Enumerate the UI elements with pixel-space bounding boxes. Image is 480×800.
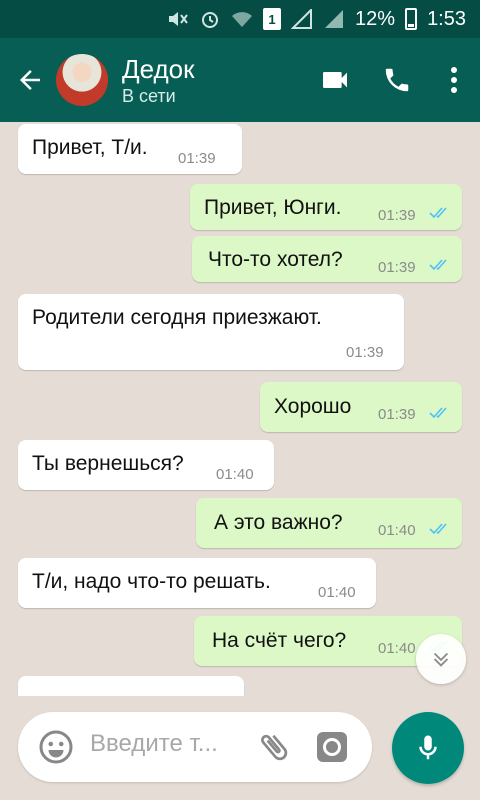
more-options-button[interactable]	[428, 38, 480, 122]
scroll-to-bottom-button[interactable]	[416, 634, 466, 684]
read-ticks-icon	[429, 523, 447, 534]
message-text: Родители сегодня приезжают.	[32, 306, 322, 329]
message-time: 01:39	[378, 259, 416, 276]
message-text: Привет, Юнги.	[204, 196, 342, 219]
message-incoming[interactable]: Т/и, надо что-то решать. 01:40	[18, 558, 376, 608]
message-outgoing[interactable]: Хорошо 01:39	[260, 382, 462, 432]
chat-header: Дедок В сети	[0, 38, 480, 122]
message-time: 01:39	[178, 150, 216, 167]
message-outgoing[interactable]: Привет, Юнги. 01:39	[190, 184, 462, 230]
message-text: Ты вернешься?	[32, 452, 184, 475]
camera-icon[interactable]	[314, 729, 350, 765]
back-arrow-icon	[20, 70, 40, 90]
clock: 1:53	[427, 7, 466, 30]
read-ticks-icon	[429, 407, 447, 418]
message-outgoing[interactable]: А это важно? 01:40	[196, 498, 462, 548]
message-text: А это важно?	[214, 511, 343, 534]
message-text: Что-то хотел?	[208, 248, 343, 271]
battery-percent: 12%	[355, 7, 396, 30]
composer	[0, 696, 480, 800]
message-outgoing[interactable]: Что-то хотел? 01:39	[192, 236, 462, 282]
mute-icon	[167, 9, 189, 29]
read-ticks-icon	[429, 259, 447, 270]
message-incoming[interactable]: Привет, Т/и. 01:39	[18, 124, 242, 174]
message-time: 01:40	[378, 640, 416, 657]
more-vert-icon	[451, 67, 457, 93]
status-bar: 1 12% 1:53	[0, 0, 480, 38]
voice-record-button[interactable]	[392, 712, 464, 784]
message-time: 01:39	[378, 406, 416, 423]
read-ticks-icon	[429, 207, 447, 218]
mic-icon	[419, 735, 437, 760]
emoji-icon[interactable]	[38, 729, 74, 765]
phone-icon	[385, 68, 409, 92]
battery-icon	[405, 8, 418, 30]
message-incoming[interactable]: Ты вернешься? 01:40	[18, 440, 274, 490]
video-call-button[interactable]	[304, 38, 366, 122]
attach-icon[interactable]	[256, 729, 292, 765]
message-incoming[interactable]: Родители сегодня приезжают. 01:39	[18, 294, 404, 370]
alarm-icon	[199, 9, 221, 29]
video-call-icon	[323, 72, 347, 88]
contact-status: В сети	[122, 85, 176, 106]
message-time: 01:40	[318, 584, 356, 601]
scroll-down-icon	[433, 652, 449, 667]
avatar[interactable]	[56, 54, 108, 106]
voice-call-button[interactable]	[366, 38, 428, 122]
message-field[interactable]	[18, 712, 372, 782]
wifi-icon	[231, 9, 253, 29]
message-input[interactable]	[90, 730, 250, 758]
message-time: 01:39	[346, 344, 384, 361]
message-incoming-partial[interactable]	[18, 676, 244, 696]
contact-name: Дедок	[122, 53, 195, 84]
message-text: Хорошо	[274, 395, 352, 418]
message-text: На счёт чего?	[212, 629, 347, 652]
message-time: 01:40	[378, 522, 416, 539]
message-text: Привет, Т/и.	[32, 136, 148, 159]
signal-icon	[291, 9, 313, 29]
back-button[interactable]	[6, 38, 54, 122]
signal-2-icon	[323, 9, 345, 29]
message-time: 01:40	[216, 466, 254, 483]
sim-indicator: 1	[263, 8, 282, 30]
message-text: Т/и, надо что-то решать.	[32, 570, 271, 593]
contact-info[interactable]: Дедок В сети	[122, 54, 304, 107]
message-time: 01:39	[378, 207, 416, 224]
message-list[interactable]: Привет, Т/и. 01:39 Привет, Юнги. 01:39 Ч…	[0, 122, 480, 696]
